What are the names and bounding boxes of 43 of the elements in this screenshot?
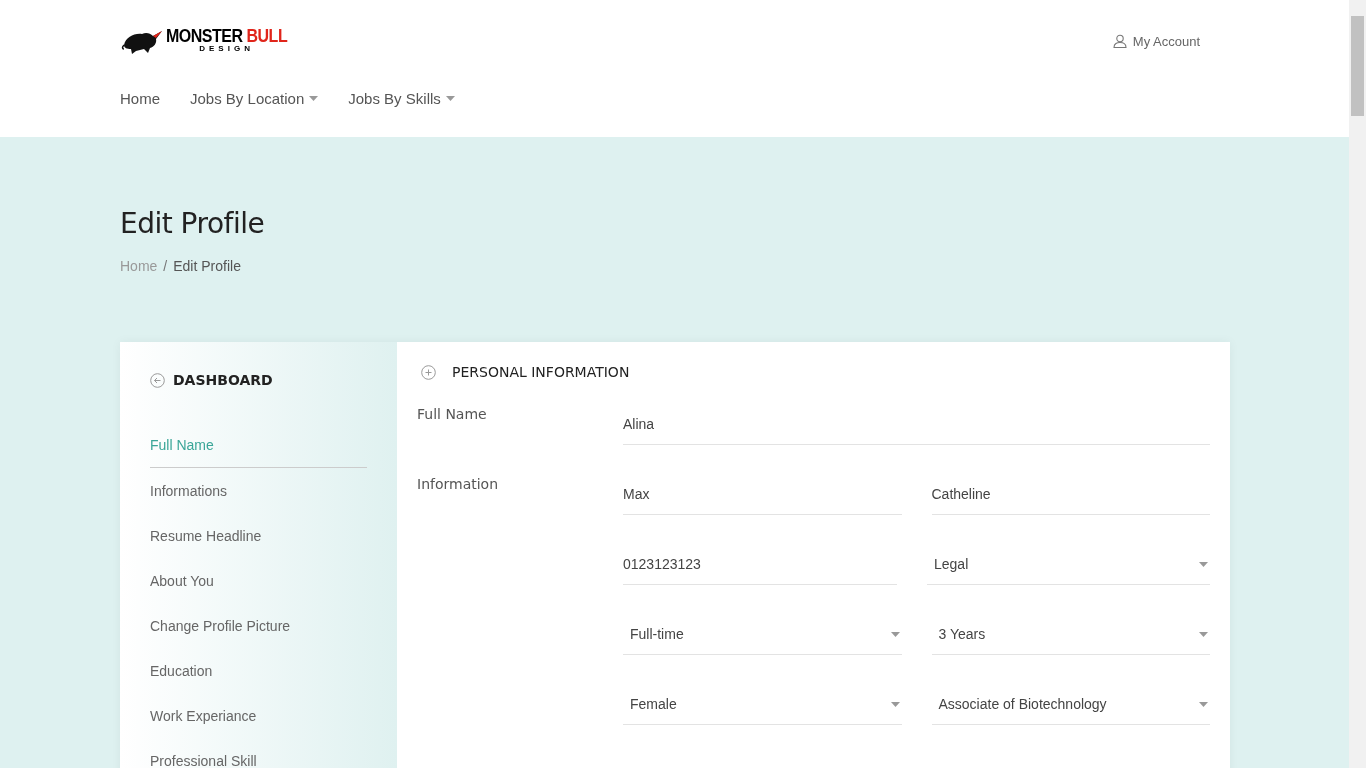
my-account-link[interactable]: My Account	[1112, 33, 1200, 49]
caret-icon	[890, 631, 900, 637]
caret-icon	[445, 96, 455, 101]
text-field[interactable]: Alina	[623, 400, 1210, 445]
sidebar-item[interactable]: About You	[150, 558, 367, 603]
sidebar-item[interactable]: Informations	[150, 468, 367, 513]
caret-icon	[1199, 701, 1208, 707]
nav-link[interactable]: Jobs By Location	[190, 90, 319, 107]
caret-icon	[890, 701, 900, 707]
dropdown-field[interactable]: 3 Years	[931, 610, 1210, 655]
section-title: PERSONAL INFORMATION	[452, 364, 630, 380]
sidebar-item[interactable]: Education	[150, 648, 367, 693]
logo-tagline: DESIGN	[199, 44, 254, 54]
nav-link[interactable]: Jobs By Skills	[348, 90, 455, 107]
dropdown-field[interactable]: Full-time	[623, 610, 902, 655]
breadcrumb-separator: /	[163, 258, 168, 274]
sidebar-item[interactable]: Resume Headline	[150, 513, 367, 558]
dropdown-field[interactable]: Legal	[927, 540, 1210, 585]
nav-link[interactable]: Home	[120, 90, 160, 107]
arrow-left-circle-icon	[150, 372, 165, 388]
scrollbar[interactable]	[1349, 0, 1366, 768]
logo-wordmark: MONSTER	[166, 26, 243, 46]
page-title: Edit Profile	[120, 207, 266, 240]
logo[interactable]: MONSTER BULL DESIGN	[120, 27, 288, 55]
caret-icon	[309, 96, 319, 101]
text-field[interactable]: Max	[623, 470, 902, 515]
logo-wordmark: BULL	[246, 26, 288, 46]
dropdown-field[interactable]: Female	[623, 680, 902, 725]
text-field[interactable]: 0123123123	[623, 540, 897, 585]
field-label: Full Name	[417, 405, 488, 424]
plus-circle-icon	[421, 364, 436, 380]
scrollbar-thumb[interactable]	[1351, 16, 1364, 116]
user-icon	[1112, 34, 1127, 48]
sidebar-item[interactable]: Change Profile Picture	[150, 603, 367, 648]
sidebar-item[interactable]: Work Experiance	[150, 693, 367, 738]
sidebar-item[interactable]: Professional Skill	[150, 738, 367, 768]
caret-icon	[1199, 631, 1208, 637]
field-label: Information	[417, 475, 500, 494]
dropdown-field[interactable]: Associate of Biotechnology	[931, 680, 1210, 725]
breadcrumb-item[interactable]: Edit Profile	[173, 258, 241, 274]
text-field[interactable]: Catheline	[931, 470, 1210, 515]
caret-icon	[1199, 561, 1208, 567]
sidebar-title: DASHBOARD	[173, 372, 273, 388]
